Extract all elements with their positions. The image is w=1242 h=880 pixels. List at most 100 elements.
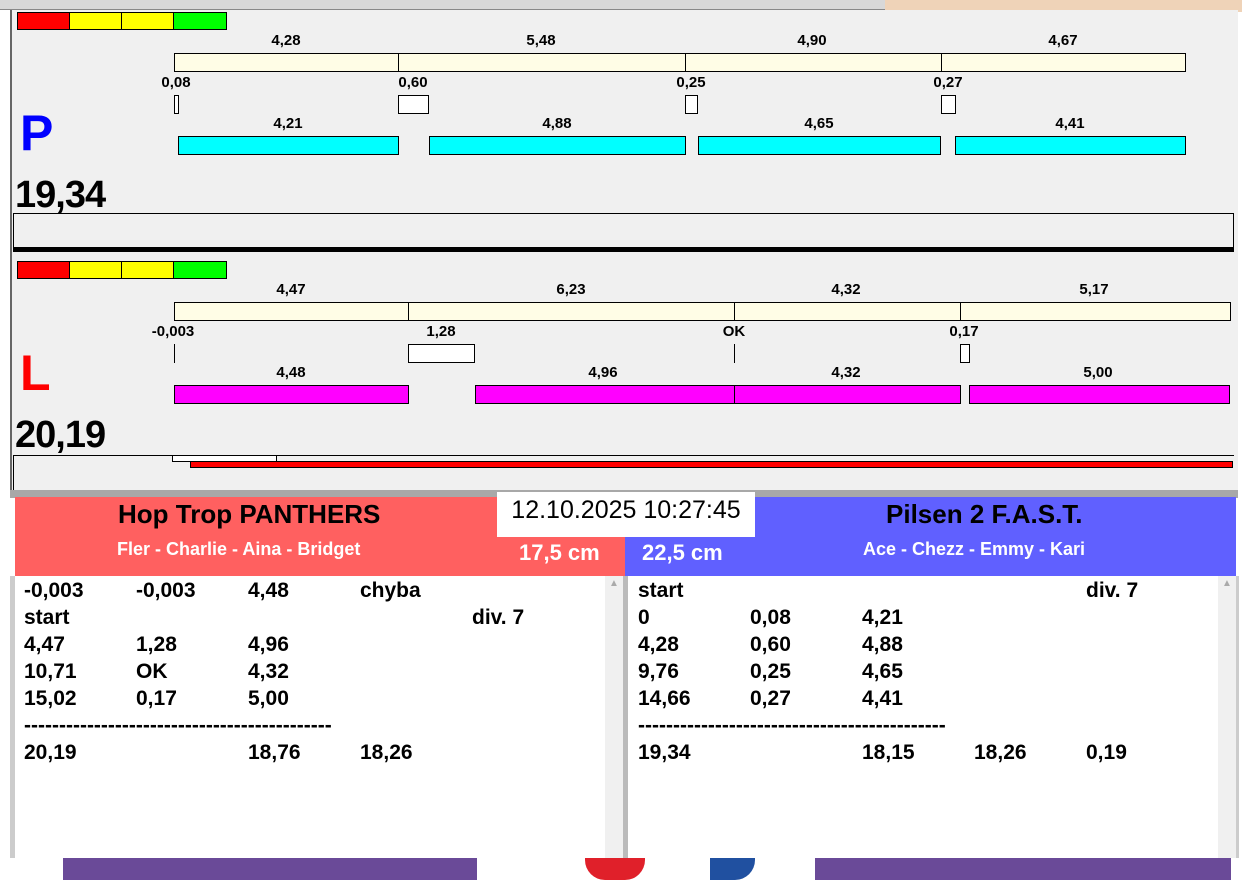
l-run-bar (969, 385, 1230, 404)
logo-fragment (585, 858, 645, 880)
l-gap-box (960, 344, 970, 363)
l-progress-bar (190, 461, 1233, 468)
result-cell: start (638, 579, 684, 602)
result-cell: 4,32 (248, 660, 289, 683)
result-cell: 0,25 (750, 660, 791, 683)
result-cell: 0 (638, 606, 650, 629)
result-cell: 18,26 (974, 741, 1027, 764)
datetime: 12.10.2025 10:27:45 (511, 496, 741, 524)
p-gap-box (941, 95, 956, 114)
l-gap-label: 1,28 (426, 323, 456, 340)
p-gap-box (685, 95, 698, 114)
p-run-label: 4,88 (542, 115, 572, 132)
result-cell: ----------------------------------------… (24, 714, 332, 737)
result-cell: 18,76 (248, 741, 301, 764)
result-cell: 4,88 (862, 633, 903, 656)
left-results-textarea[interactable]: -0,003 -0,003 4,48 chyba start div. 7 4,47 1,28… (15, 576, 605, 858)
l-run-bar (734, 385, 961, 404)
p-gap-label: 0,60 (398, 74, 428, 91)
result-cell: 18,26 (360, 741, 413, 764)
logo-fragment: ​ (530, 858, 570, 880)
result-cell: chyba (360, 579, 421, 602)
p-gap-label: 0,27 (933, 74, 963, 91)
p-split-label: 4,67 (1048, 32, 1078, 49)
result-cell: 15,02 (24, 687, 77, 710)
result-cell: 14,66 (638, 687, 691, 710)
l-run-label: 4,48 (276, 364, 306, 381)
left-scrollbar[interactable]: ▲ (605, 576, 623, 858)
result-cell: 4,48 (248, 579, 289, 602)
result-cell: 5,00 (248, 687, 289, 710)
p-run-label: 4,21 (273, 115, 303, 132)
l-gap-label: 0,17 (949, 323, 979, 340)
result-cell: div. 7 (1086, 579, 1139, 602)
result-cell: 4,21 (862, 606, 903, 629)
result-cell: 4,41 (862, 687, 903, 710)
l-run-label: 5,00 (1083, 364, 1113, 381)
window-tab-strip (0, 0, 885, 10)
lane-l-total: 20,19 (15, 414, 106, 456)
result-cell: 0,17 (136, 687, 177, 710)
p-run-label: 4,41 (1055, 115, 1085, 132)
l-run-label: 4,32 (831, 364, 861, 381)
light-indicator-l (17, 261, 227, 280)
result-cell: -0,003 (24, 579, 84, 602)
p-gap-box (174, 95, 179, 114)
l-run-bar (174, 385, 409, 404)
result-cell: 4,96 (248, 633, 289, 656)
p-split-label: 4,28 (271, 32, 301, 49)
result-cell: 0,60 (750, 633, 791, 656)
right-scrollbar[interactable]: ▲ (1218, 576, 1236, 858)
datetime-box: 12.10.2025 10:27:45 (497, 492, 755, 537)
result-cell: 10,71 (24, 660, 77, 683)
p-run-bar (178, 136, 399, 155)
right-results-textarea[interactable]: start div. 7 0 0,08 4,21 4,28 0,60 4,88 9,76 0,25… (628, 576, 1218, 858)
result-cell: 20,19 (24, 741, 77, 764)
l-gap-label: OK (722, 323, 746, 340)
right-team-name: Pilsen 2 F.A.S.T. (886, 499, 1083, 529)
result-cell: 1,28 (136, 633, 177, 656)
p-run-bar (429, 136, 686, 155)
lane-p-total: 19,34 (15, 174, 106, 216)
result-cell: 4,65 (862, 660, 903, 683)
logo-fragment (710, 858, 755, 880)
p-gap-box (398, 95, 429, 114)
result-cell: 9,76 (638, 660, 679, 683)
result-cell: ----------------------------------------… (638, 714, 946, 737)
l-gap-box (408, 344, 475, 363)
background-banner (815, 858, 1231, 880)
l-run-bar (475, 385, 735, 404)
left-team-height: 17,5 cm (519, 540, 600, 565)
left-team-members: Fler - Charlie - Aina - Bridget (117, 539, 361, 559)
result-cell: OK (136, 660, 168, 683)
p-gap-label: 0,08 (161, 74, 191, 91)
p-split-label: 5,48 (526, 32, 556, 49)
right-team-members: Ace - Chezz - Emmy - Kari (863, 539, 1086, 559)
l-split-label: 5,17 (1079, 281, 1109, 298)
p-run-label: 4,65 (804, 115, 834, 132)
l-run-label: 4,96 (588, 364, 618, 381)
result-cell: start (24, 606, 70, 629)
right-team-height: 22,5 cm (642, 540, 723, 565)
l-split-label: 4,47 (276, 281, 306, 298)
l-gap-label: -0,003 (151, 323, 195, 340)
p-run-bar (955, 136, 1186, 155)
left-team-name: Hop Trop PANTHERS (118, 499, 381, 529)
result-cell: -0,003 (136, 579, 196, 602)
result-cell: 0,19 (1086, 741, 1127, 764)
light-indicator-p (17, 12, 227, 31)
background-banner (63, 858, 477, 880)
result-cell: 0,08 (750, 606, 791, 629)
result-cell: 19,34 (638, 741, 691, 764)
lane-p-letter: P (20, 105, 54, 161)
p-run-bar (698, 136, 941, 155)
result-cell: 0,27 (750, 687, 791, 710)
p-gap-label: 0,25 (676, 74, 706, 91)
result-cell: 4,28 (638, 633, 679, 656)
p-split-bar (174, 53, 1186, 72)
result-cell: div. 7 (472, 606, 525, 629)
l-split-bar (174, 302, 1231, 321)
l-split-label: 6,23 (556, 281, 586, 298)
p-split-label: 4,90 (797, 32, 827, 49)
lane-l-letter: L (20, 345, 51, 401)
